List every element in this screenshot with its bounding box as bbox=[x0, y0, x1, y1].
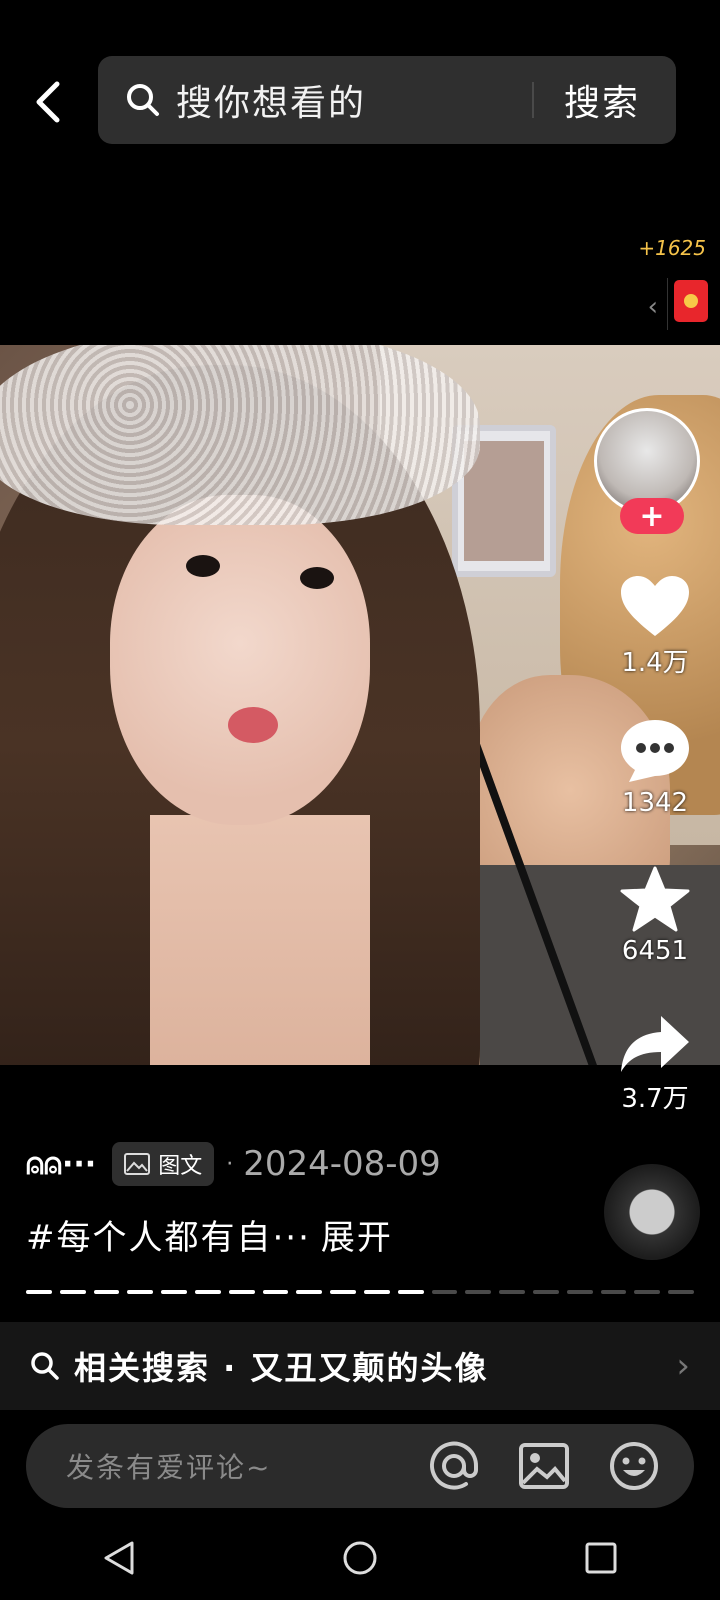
chevron-right-icon: › bbox=[676, 1346, 690, 1386]
search-icon bbox=[126, 83, 160, 117]
progress-segment bbox=[296, 1290, 323, 1294]
search-button[interactable]: 搜索 bbox=[534, 74, 676, 126]
comment-button[interactable]: 1342 bbox=[600, 718, 710, 818]
related-search-bar[interactable]: 相关搜索 · 又丑又颠的头像 › bbox=[0, 1322, 720, 1410]
red-packet-seal bbox=[684, 294, 698, 308]
at-icon[interactable] bbox=[424, 1436, 484, 1496]
search-bar[interactable]: 搜你想看的 搜索 bbox=[98, 56, 676, 144]
red-packet-divider bbox=[667, 278, 668, 330]
progress-segment bbox=[26, 1290, 52, 1294]
progress-segment bbox=[194, 1290, 221, 1294]
search-icon bbox=[31, 1352, 59, 1380]
progress-segment bbox=[127, 1290, 154, 1294]
progress-segment bbox=[59, 1290, 86, 1294]
like-count: 1.4万 bbox=[621, 648, 689, 678]
progress-segment bbox=[262, 1290, 289, 1294]
comment-input-bar[interactable]: 发条有爱评论~ bbox=[26, 1424, 694, 1508]
follow-button[interactable]: + bbox=[620, 498, 684, 534]
red-packet-collapse-icon[interactable]: ‹ bbox=[648, 292, 658, 322]
emoji-icon[interactable] bbox=[604, 1436, 664, 1496]
search-input[interactable]: 搜你想看的 bbox=[176, 74, 532, 126]
share-button[interactable]: 3.7万 bbox=[600, 1014, 710, 1115]
expand-button[interactable]: 展开 bbox=[321, 1218, 393, 1258]
comment-count: 1342 bbox=[621, 788, 689, 818]
favorite-button[interactable]: 6451 bbox=[600, 866, 710, 966]
nav-home-icon[interactable] bbox=[341, 1539, 379, 1581]
back-chevron-icon bbox=[36, 81, 60, 123]
progress-segment bbox=[532, 1290, 559, 1294]
system-navigation-bar bbox=[0, 1520, 720, 1600]
progress-segment bbox=[465, 1290, 492, 1294]
comment-input[interactable]: 发条有爱评论~ bbox=[66, 1446, 424, 1486]
progress-segment bbox=[668, 1290, 694, 1294]
back-button[interactable] bbox=[26, 74, 70, 130]
like-button[interactable]: 1.4万 bbox=[600, 574, 710, 679]
comment-bubble-icon bbox=[621, 720, 689, 782]
progress-segment bbox=[566, 1290, 593, 1294]
image-progress-bar bbox=[26, 1290, 694, 1294]
nav-recents-icon[interactable] bbox=[584, 1541, 618, 1579]
coin-reward-text: +1625 bbox=[638, 236, 706, 260]
progress-segment bbox=[161, 1290, 187, 1294]
progress-segment bbox=[330, 1290, 356, 1294]
progress-segment bbox=[397, 1290, 424, 1294]
related-search-text: 相关搜索 · 又丑又颠的头像 bbox=[74, 1349, 489, 1387]
post-caption[interactable]: #每个人都有自··· 展开 bbox=[26, 1210, 393, 1259]
music-disc[interactable] bbox=[604, 1164, 700, 1260]
progress-segment bbox=[431, 1290, 458, 1294]
progress-segment bbox=[93, 1290, 120, 1294]
favorite-count: 6451 bbox=[621, 936, 689, 966]
nav-back-icon[interactable] bbox=[102, 1540, 136, 1580]
image-icon[interactable] bbox=[514, 1436, 574, 1496]
heart-icon bbox=[621, 576, 689, 636]
caption-text: #每个人都有自··· bbox=[26, 1218, 311, 1258]
progress-segment bbox=[600, 1290, 627, 1294]
share-count: 3.7万 bbox=[621, 1084, 689, 1114]
red-packet-icon[interactable] bbox=[674, 280, 708, 322]
share-arrow-icon bbox=[621, 1016, 689, 1072]
progress-segment bbox=[634, 1290, 661, 1294]
post-type-label: 图文 bbox=[158, 1154, 203, 1179]
post-meta-row: ⍝⍝··· 图文 · 2024-08-09 bbox=[26, 1142, 441, 1186]
progress-segment bbox=[228, 1290, 255, 1294]
author-name[interactable]: ⍝⍝··· bbox=[26, 1147, 96, 1182]
image-icon bbox=[124, 1153, 151, 1175]
meta-separator: · bbox=[226, 1151, 234, 1177]
star-icon bbox=[620, 866, 690, 932]
progress-segment bbox=[363, 1290, 390, 1294]
post-date: 2024-08-09 bbox=[243, 1144, 441, 1184]
post-type-tag: 图文 bbox=[112, 1142, 215, 1186]
progress-segment bbox=[499, 1290, 525, 1294]
